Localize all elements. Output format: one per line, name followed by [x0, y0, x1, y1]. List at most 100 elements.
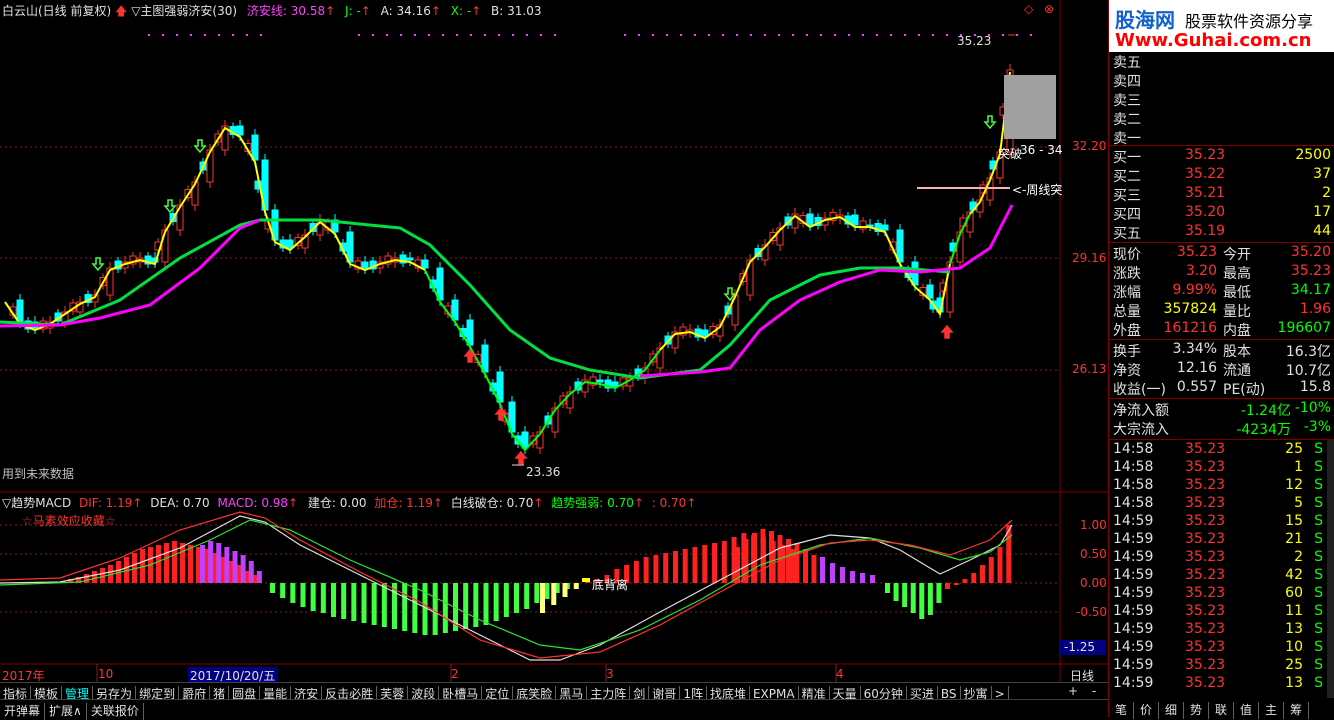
sell-row[interactable]: 卖一: [1109, 128, 1334, 147]
buy-row[interactable]: 买二 35.22 37: [1109, 166, 1334, 185]
zoom-out-button[interactable]: -: [1092, 684, 1096, 698]
weekly-break-label: <-周线突: [1012, 183, 1063, 197]
sell-row[interactable]: 卖四: [1109, 71, 1334, 90]
tick-price: 35.23: [1185, 639, 1226, 655]
bottom-bar: 开弹幕 扩展∧ 关联报价: [0, 699, 1108, 720]
sell-label: 卖二: [1113, 112, 1141, 128]
side-tab-3[interactable]: 势: [1184, 702, 1209, 719]
tick-volume: 60: [1285, 585, 1303, 601]
tick-row[interactable]: 14:59 35.23 13 S: [1109, 621, 1334, 639]
macd-level-3: 0.00: [1080, 576, 1107, 590]
tick-row[interactable]: 14:58 35.23 5 S: [1109, 495, 1334, 513]
buy-volume: 37: [1313, 166, 1331, 182]
stat-value: 3.20: [1185, 263, 1217, 279]
time-label-oct: 10: [98, 667, 114, 681]
stat-row[interactable]: 涨幅 9.99% 最低 34.17: [1109, 282, 1334, 301]
stat-value: 196607: [1277, 320, 1331, 336]
tick-time: 14:59: [1113, 567, 1154, 583]
price-label-mid: 29.16: [1072, 251, 1107, 265]
tick-volume: 15: [1285, 513, 1303, 529]
side-tab-2[interactable]: 细: [1159, 702, 1184, 719]
tick-row[interactable]: 14:59 35.23 42 S: [1109, 567, 1334, 585]
up-arrow-icon: ↑: [432, 496, 443, 510]
macd-title[interactable]: ▽趋势MACD: [2, 496, 71, 510]
stat-row[interactable]: 总量 357824 量比 1.96: [1109, 301, 1334, 320]
sell-row[interactable]: 卖三: [1109, 90, 1334, 109]
buy-row[interactable]: 买一 35.23 2500: [1109, 147, 1334, 166]
tick-volume: 25: [1285, 657, 1303, 673]
chart-svg: [0, 0, 1108, 682]
flow-row[interactable]: 净流入额 -1.24亿 -10%: [1109, 400, 1334, 419]
tick-price: 35.23: [1185, 459, 1226, 475]
tick-row[interactable]: 14:59 35.23 13 S: [1109, 675, 1334, 693]
tick-direction: S: [1314, 585, 1323, 601]
tick-price: 35.23: [1185, 513, 1226, 529]
bottom-item-2[interactable]: 关联报价: [87, 703, 144, 720]
tick-row[interactable]: 14:58 35.23 1 S: [1109, 459, 1334, 477]
stat-value: 15.8: [1299, 379, 1331, 395]
tick-row[interactable]: 14:59 35.23 11 S: [1109, 603, 1334, 621]
tick-direction: S: [1314, 495, 1323, 511]
tick-time: 14:59: [1113, 621, 1154, 637]
side-tab-5[interactable]: 值: [1234, 702, 1259, 719]
tick-direction: S: [1314, 477, 1323, 493]
bottom-item-1[interactable]: 扩展∧: [45, 703, 87, 720]
brand-name: 股海网: [1115, 8, 1175, 32]
jc-value: 建仓: 0.00: [307, 496, 367, 510]
stat-label: 现价: [1113, 247, 1141, 263]
tick-row[interactable]: 14:59 35.23 10 S: [1109, 639, 1334, 657]
up-arrow-icon: ↑: [132, 496, 143, 510]
time-label-apr: 4: [836, 667, 844, 681]
tick-volume: 21: [1285, 531, 1303, 547]
candlesticks: [9, 64, 1014, 454]
tick-row[interactable]: 14:59 35.23 2 S: [1109, 549, 1334, 567]
tick-price: 35.23: [1185, 567, 1226, 583]
future-data-note: 用到未来数据: [2, 467, 75, 481]
breakout-label: 突破: [998, 147, 1023, 161]
stat-row[interactable]: 净资 12.16 流通 10.7亿: [1109, 360, 1334, 379]
up-arrow-icon: ↑: [288, 496, 299, 510]
stat-label: 净资: [1113, 363, 1141, 379]
side-tab-0[interactable]: 笔: [1109, 702, 1134, 719]
buy-row[interactable]: 买三 35.21 2: [1109, 185, 1334, 204]
buy-row[interactable]: 买四 35.20 17: [1109, 204, 1334, 223]
sell-row[interactable]: 卖五: [1109, 52, 1334, 71]
flow-row[interactable]: 大宗流入 -4234万 -3%: [1109, 419, 1334, 438]
stat-label: 涨幅: [1113, 285, 1141, 301]
tick-row[interactable]: 14:59 35.23 25 S: [1109, 657, 1334, 675]
buy-label: 买三: [1113, 188, 1141, 204]
stat-row[interactable]: 收益(一) 0.557 PE(动) 15.8: [1109, 379, 1334, 398]
tick-row[interactable]: 14:59 35.23 15 S: [1109, 513, 1334, 531]
stat-row[interactable]: 外盘 161216 内盘 196607: [1109, 320, 1334, 339]
tick-row[interactable]: 14:58 35.23 12 S: [1109, 477, 1334, 495]
sell-row[interactable]: 卖二: [1109, 109, 1334, 128]
zoom-in-button[interactable]: +: [1068, 684, 1078, 698]
stat-row[interactable]: 现价 35.23 今开 35.20: [1109, 244, 1334, 263]
stat-row[interactable]: 涨跌 3.20 最高 35.23: [1109, 263, 1334, 282]
tick-price: 35.23: [1185, 621, 1226, 637]
tick-row[interactable]: 14:59 35.23 21 S: [1109, 531, 1334, 549]
flow-value: -4234万: [1236, 422, 1291, 438]
bottom-item-0[interactable]: 开弹幕: [0, 703, 46, 720]
stat-label: 流通: [1223, 363, 1251, 379]
tick-volume: 1: [1294, 459, 1303, 475]
stat-value: 35.23: [1176, 244, 1217, 260]
tick-row[interactable]: 14:58 35.23 25 S: [1109, 441, 1334, 459]
tick-direction: S: [1314, 621, 1323, 637]
chart-area[interactable]: 白云山(日线 前复权) 🡅 ▽主图强弱济安(30) 济安线: 30.58↑ J:…: [0, 0, 1108, 717]
stat-row[interactable]: 换手 3.34% 股本 16.3亿: [1109, 341, 1334, 360]
stat-label: 最高: [1223, 266, 1251, 282]
buy-price: 35.23: [1185, 147, 1226, 163]
tick-time: 14:59: [1113, 549, 1154, 565]
tick-price: 35.23: [1185, 603, 1226, 619]
buy-row[interactable]: 买五 35.19 44: [1109, 223, 1334, 242]
flow-label: 净流入额: [1113, 403, 1169, 419]
tick-row[interactable]: 14:59 35.23 60 S: [1109, 585, 1334, 603]
side-tab-6[interactable]: 主: [1259, 702, 1284, 719]
side-tab-7[interactable]: 筹: [1284, 702, 1309, 719]
side-tab-4[interactable]: 联: [1209, 702, 1234, 719]
tick-time: 14:59: [1113, 531, 1154, 547]
dif-value: DIF: 1.19: [79, 496, 133, 510]
low-price-label: 23.36: [526, 465, 561, 479]
side-tab-1[interactable]: 价: [1134, 702, 1159, 719]
